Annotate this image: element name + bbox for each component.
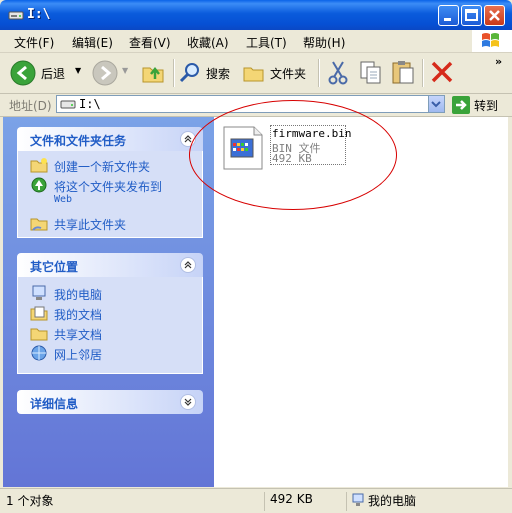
status-size: 492 KB — [270, 492, 313, 506]
cut-button[interactable] — [325, 59, 351, 87]
file-tasks-panel: 文件和文件夹任务 创建一个新文件夹 将这个文件夹发布到 Web 共享此文件夹 — [17, 127, 203, 238]
task-label: 创建一个新文件夹 — [54, 160, 151, 174]
window-border — [508, 117, 512, 487]
place-my-computer[interactable]: 我的电脑 — [30, 285, 102, 303]
close-button[interactable] — [484, 5, 505, 26]
windows-logo-icon — [472, 30, 512, 52]
paste-button[interactable] — [390, 59, 416, 87]
toolbar: 后退 ▼ ▼ 搜索 文件夹 » — [0, 53, 512, 94]
copy-button[interactable] — [358, 59, 384, 87]
back-arrow-icon — [10, 60, 36, 86]
other-places-title: 其它位置 — [30, 260, 79, 274]
collapse-icon[interactable] — [180, 257, 196, 273]
delete-button[interactable] — [429, 59, 455, 87]
close-icon — [489, 10, 500, 21]
status-object-count: 1 个对象 — [6, 494, 54, 508]
up-folder-icon — [142, 66, 164, 83]
annotation-circle — [189, 100, 397, 210]
other-places-header[interactable]: 其它位置 — [17, 253, 203, 277]
menu-favorites[interactable]: 收藏(A) — [187, 34, 229, 51]
menu-tools[interactable]: 工具(T) — [246, 34, 287, 51]
menu-file[interactable]: 文件(F) — [14, 34, 54, 51]
file-tasks-header[interactable]: 文件和文件夹任务 — [17, 127, 203, 151]
place-network[interactable]: 网上邻居 — [30, 345, 102, 363]
address-label: 地址(D) — [9, 99, 52, 113]
back-label: 后退 — [41, 67, 66, 81]
task-sublabel: Web — [54, 194, 73, 205]
folders-button[interactable]: 文件夹 — [242, 59, 310, 87]
new-folder-icon — [30, 158, 48, 173]
minimize-button[interactable] — [438, 5, 459, 26]
place-label: 我的文档 — [54, 308, 103, 322]
forward-arrow-icon — [92, 60, 118, 86]
search-icon — [179, 63, 199, 83]
file-tasks-body: 创建一个新文件夹 将这个文件夹发布到 Web 共享此文件夹 — [17, 151, 203, 238]
menu-help[interactable]: 帮助(H) — [303, 34, 345, 51]
forward-button[interactable]: ▼ — [92, 59, 132, 87]
other-places-body: 我的电脑 我的文档 共享文档 网上邻居 — [17, 277, 203, 374]
task-label: 将这个文件夹发布到 — [54, 180, 163, 194]
toolbar-overflow-icon[interactable]: » — [495, 55, 502, 68]
network-places-icon — [31, 345, 47, 361]
paste-icon — [392, 61, 414, 84]
maximize-icon — [465, 9, 478, 21]
place-my-documents[interactable]: 我的文档 — [30, 305, 102, 323]
back-dropdown-icon[interactable]: ▼ — [75, 66, 81, 75]
drive-icon — [8, 11, 24, 20]
task-pane: 文件和文件夹任务 创建一个新文件夹 将这个文件夹发布到 Web 共享此文件夹 其… — [3, 117, 214, 487]
my-computer-icon — [32, 285, 46, 300]
place-shared-documents[interactable]: 共享文档 — [30, 325, 102, 343]
scissors-icon — [328, 61, 348, 85]
other-places-panel: 其它位置 我的电脑 我的文档 共享文档 网上邻居 — [17, 253, 203, 374]
menu-view[interactable]: 查看(V) — [129, 34, 171, 51]
status-bar: 1 个对象 492 KB 我的电脑 — [0, 488, 512, 513]
toolbar-separator — [422, 59, 424, 87]
my-documents-icon — [30, 306, 48, 321]
go-arrow-icon — [452, 96, 470, 114]
minimize-icon — [444, 18, 451, 21]
details-panel: 详细信息 — [17, 390, 203, 414]
back-button[interactable]: 后退 ▼ — [10, 59, 85, 87]
status-location: 我的电脑 — [368, 494, 417, 508]
status-divider — [264, 492, 265, 511]
explorer-window: I:\ 文件(F) 编辑(E) 查看(V) 收藏(A) 工具(T) 帮助(H) — [0, 0, 512, 513]
folders-icon — [243, 67, 264, 82]
window-title: I:\ — [27, 7, 51, 22]
menu-bar: 文件(F) 编辑(E) 查看(V) 收藏(A) 工具(T) 帮助(H) — [0, 30, 512, 53]
delete-icon — [431, 61, 453, 83]
folders-label: 文件夹 — [270, 67, 307, 81]
title-bar[interactable]: I:\ — [0, 0, 512, 30]
search-label: 搜索 — [206, 67, 231, 81]
my-computer-icon — [352, 493, 364, 506]
address-dropdown-button[interactable] — [428, 96, 444, 112]
place-label: 我的电脑 — [54, 288, 103, 302]
place-label: 共享文档 — [54, 328, 103, 342]
menu-edit[interactable]: 编辑(E) — [72, 34, 113, 51]
status-divider — [346, 492, 347, 511]
toolbar-separator — [173, 59, 175, 87]
forward-dropdown-icon[interactable]: ▼ — [122, 66, 128, 75]
file-tasks-title: 文件和文件夹任务 — [30, 134, 127, 148]
task-new-folder[interactable]: 创建一个新文件夹 — [30, 157, 150, 175]
toolbar-separator — [318, 59, 320, 87]
chevron-down-icon — [431, 101, 441, 108]
go-button[interactable]: 转到 — [452, 96, 510, 114]
address-value: I:\ — [79, 97, 101, 111]
search-button[interactable]: 搜索 — [178, 59, 234, 87]
details-header[interactable]: 详细信息 — [17, 390, 203, 414]
details-title: 详细信息 — [30, 397, 79, 411]
task-label: 共享此文件夹 — [54, 218, 127, 232]
up-folder-button[interactable] — [140, 59, 166, 87]
task-publish-web[interactable]: 将这个文件夹发布到 Web — [30, 177, 162, 209]
publish-web-icon — [31, 177, 47, 193]
task-share-folder[interactable]: 共享此文件夹 — [30, 215, 126, 233]
go-label: 转到 — [474, 99, 499, 113]
expand-icon[interactable] — [180, 394, 196, 410]
drive-icon — [60, 100, 76, 109]
copy-icon — [360, 61, 381, 84]
place-label: 网上邻居 — [54, 348, 103, 362]
shared-documents-icon — [30, 328, 48, 341]
share-folder-icon — [30, 218, 48, 231]
maximize-button[interactable] — [461, 5, 482, 26]
